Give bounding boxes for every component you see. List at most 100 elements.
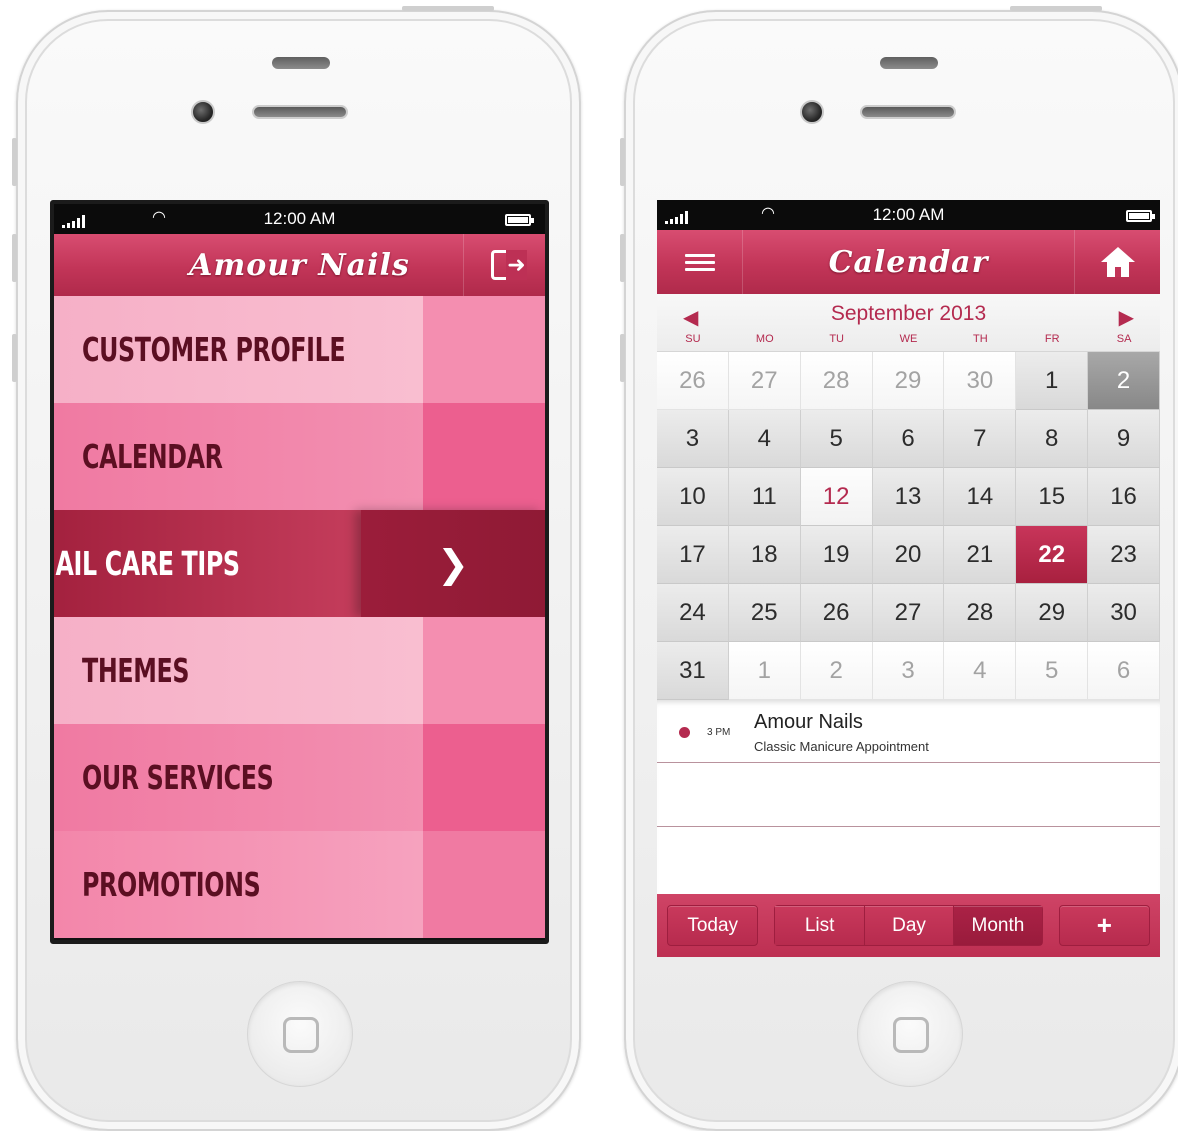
calendar-header: Calendar [657,230,1160,294]
calendar-day[interactable]: 27 [872,584,945,642]
next-month-icon[interactable]: ▶ [1119,305,1134,330]
power-button [402,6,494,11]
front-camera [191,100,215,124]
battery-icon [505,214,534,226]
calendar-day[interactable]: 3 [872,642,945,700]
calendar-day[interactable]: 25 [728,584,801,642]
calendar-day[interactable]: 31 [657,642,729,700]
month-view-button[interactable]: Month [953,905,1043,946]
home-button[interactable] [247,981,353,1087]
earpiece-speaker [252,105,348,119]
calendar-day[interactable]: 5 [800,410,873,468]
calendar-day[interactable]: 5 [1016,642,1089,700]
calendar-day[interactable]: 26 [657,352,729,410]
menu-item-label: NAIL CARE TIPS [50,544,240,583]
calendar-day[interactable]: 15 [1016,468,1089,526]
calendar-day[interactable]: 29 [1016,584,1089,642]
day-view-button[interactable]: Day [863,905,954,946]
exit-icon [490,250,527,280]
calendar-day[interactable]: 13 [872,468,945,526]
calendar-day[interactable]: 11 [728,468,801,526]
calendar-day[interactable]: 8 [1016,410,1089,468]
menu-item-tab [423,724,545,831]
calendar-day[interactable]: 20 [872,526,945,584]
menu-item-tab [423,617,545,724]
calendar-day[interactable]: 2 [1088,352,1160,410]
volume-down-button [620,334,625,382]
menu-item-label: CALENDAR [82,437,223,476]
calendar-day[interactable]: 26 [800,584,873,642]
weekday-header: SU MO TU WE TH FR SA [657,333,1160,345]
menu-item-tab [423,296,545,403]
menu-item-tab-active[interactable]: ❯ [361,510,545,617]
home-nav-button[interactable] [1074,230,1160,294]
calendar-day[interactable]: 30 [1088,584,1160,642]
calendar-day[interactable]: 24 [657,584,729,642]
menu-item-promotions[interactable]: PROMOTIONS [54,831,545,938]
weekday-label: TU [829,333,844,345]
volume-up-button [12,234,17,282]
calendar-day[interactable]: 28 [800,352,873,410]
calendar-day[interactable]: 3 [657,410,729,468]
status-bar: ◠ 12:00 AM [657,200,1160,230]
weekday-label: WE [899,333,918,345]
calendar-day[interactable]: 10 [657,468,729,526]
status-time: 12:00 AM [263,209,336,228]
event-item[interactable]: 3 PM Amour Nails Classic Manicure Appoin… [657,700,1160,763]
calendar-day[interactable]: 1 [1016,352,1089,410]
calendar-day[interactable]: 28 [944,584,1017,642]
home-button[interactable] [857,981,963,1087]
calendar-grid: 26 27 28 29 30 1 2 3 4 5 6 7 8 9 10 11 12 13 14 15 16 17 18 19 2… [657,352,1160,700]
calendar-day[interactable]: 14 [944,468,1017,526]
calendar-day[interactable]: 6 [872,410,945,468]
empty-event-row [657,763,1160,827]
calendar-day[interactable]: 2 [800,642,873,700]
calendar-day[interactable]: 29 [872,352,945,410]
menu-item-nail-care-tips[interactable]: NAIL CARE TIPS ❯ [50,510,545,617]
calendar-day[interactable]: 4 [728,410,801,468]
event-subtitle: Classic Manicure Appointment [754,739,929,754]
list-view-button[interactable]: List [774,905,864,946]
calendar-day[interactable]: 16 [1088,468,1160,526]
menu-item-calendar[interactable]: CALENDAR [54,403,545,510]
menu-item-themes[interactable]: THEMES [54,617,545,724]
month-label: September 2013 [830,302,987,325]
menu-button[interactable] [657,230,743,294]
weekday-label: FR [1044,333,1060,345]
calendar-day[interactable]: 4 [944,642,1017,700]
calendar-day[interactable]: 1 [728,642,801,700]
calendar-day[interactable]: 27 [728,352,801,410]
menu-item-customer-profile[interactable]: CUSTOMER PROFILE [54,296,545,403]
page-title: Calendar [828,244,989,280]
status-bar: ◠ 12:00 AM [54,204,545,234]
today-button[interactable]: Today [667,905,759,946]
calendar-day[interactable]: 6 [1088,642,1160,700]
home-icon [1100,247,1135,277]
calendar-day-selected[interactable]: 22 [1016,526,1089,584]
menu-item-label: PROMOTIONS [82,865,261,904]
volume-down-button [12,334,17,382]
calendar-day[interactable]: 12 [800,468,873,526]
calendar-day[interactable]: 23 [1088,526,1160,584]
calendar-day[interactable]: 7 [944,410,1017,468]
calendar-day[interactable]: 18 [728,526,801,584]
earpiece-speaker [860,105,956,119]
menu-item-our-services[interactable]: OUR SERVICES [54,724,545,831]
power-button [1010,6,1102,11]
calendar-day[interactable]: 30 [944,352,1017,410]
add-event-button[interactable]: + [1058,905,1151,946]
event-time: 3 PM [707,727,731,738]
weekday-label: MO [755,333,774,345]
view-switcher: List Day Month [774,905,1043,946]
calendar-day[interactable]: 9 [1088,410,1160,468]
menu-item-tab [423,403,545,510]
exit-button[interactable] [463,234,545,296]
app-title: Amour Nails [189,247,410,283]
volume-up-button [620,234,625,282]
calendar-day[interactable]: 21 [944,526,1017,584]
calendar-day[interactable]: 17 [657,526,729,584]
home-square-icon [283,1017,319,1053]
calendar-day[interactable]: 19 [800,526,873,584]
weekday-label: SA [1116,333,1132,345]
wifi-icon: ◠ [152,209,166,226]
